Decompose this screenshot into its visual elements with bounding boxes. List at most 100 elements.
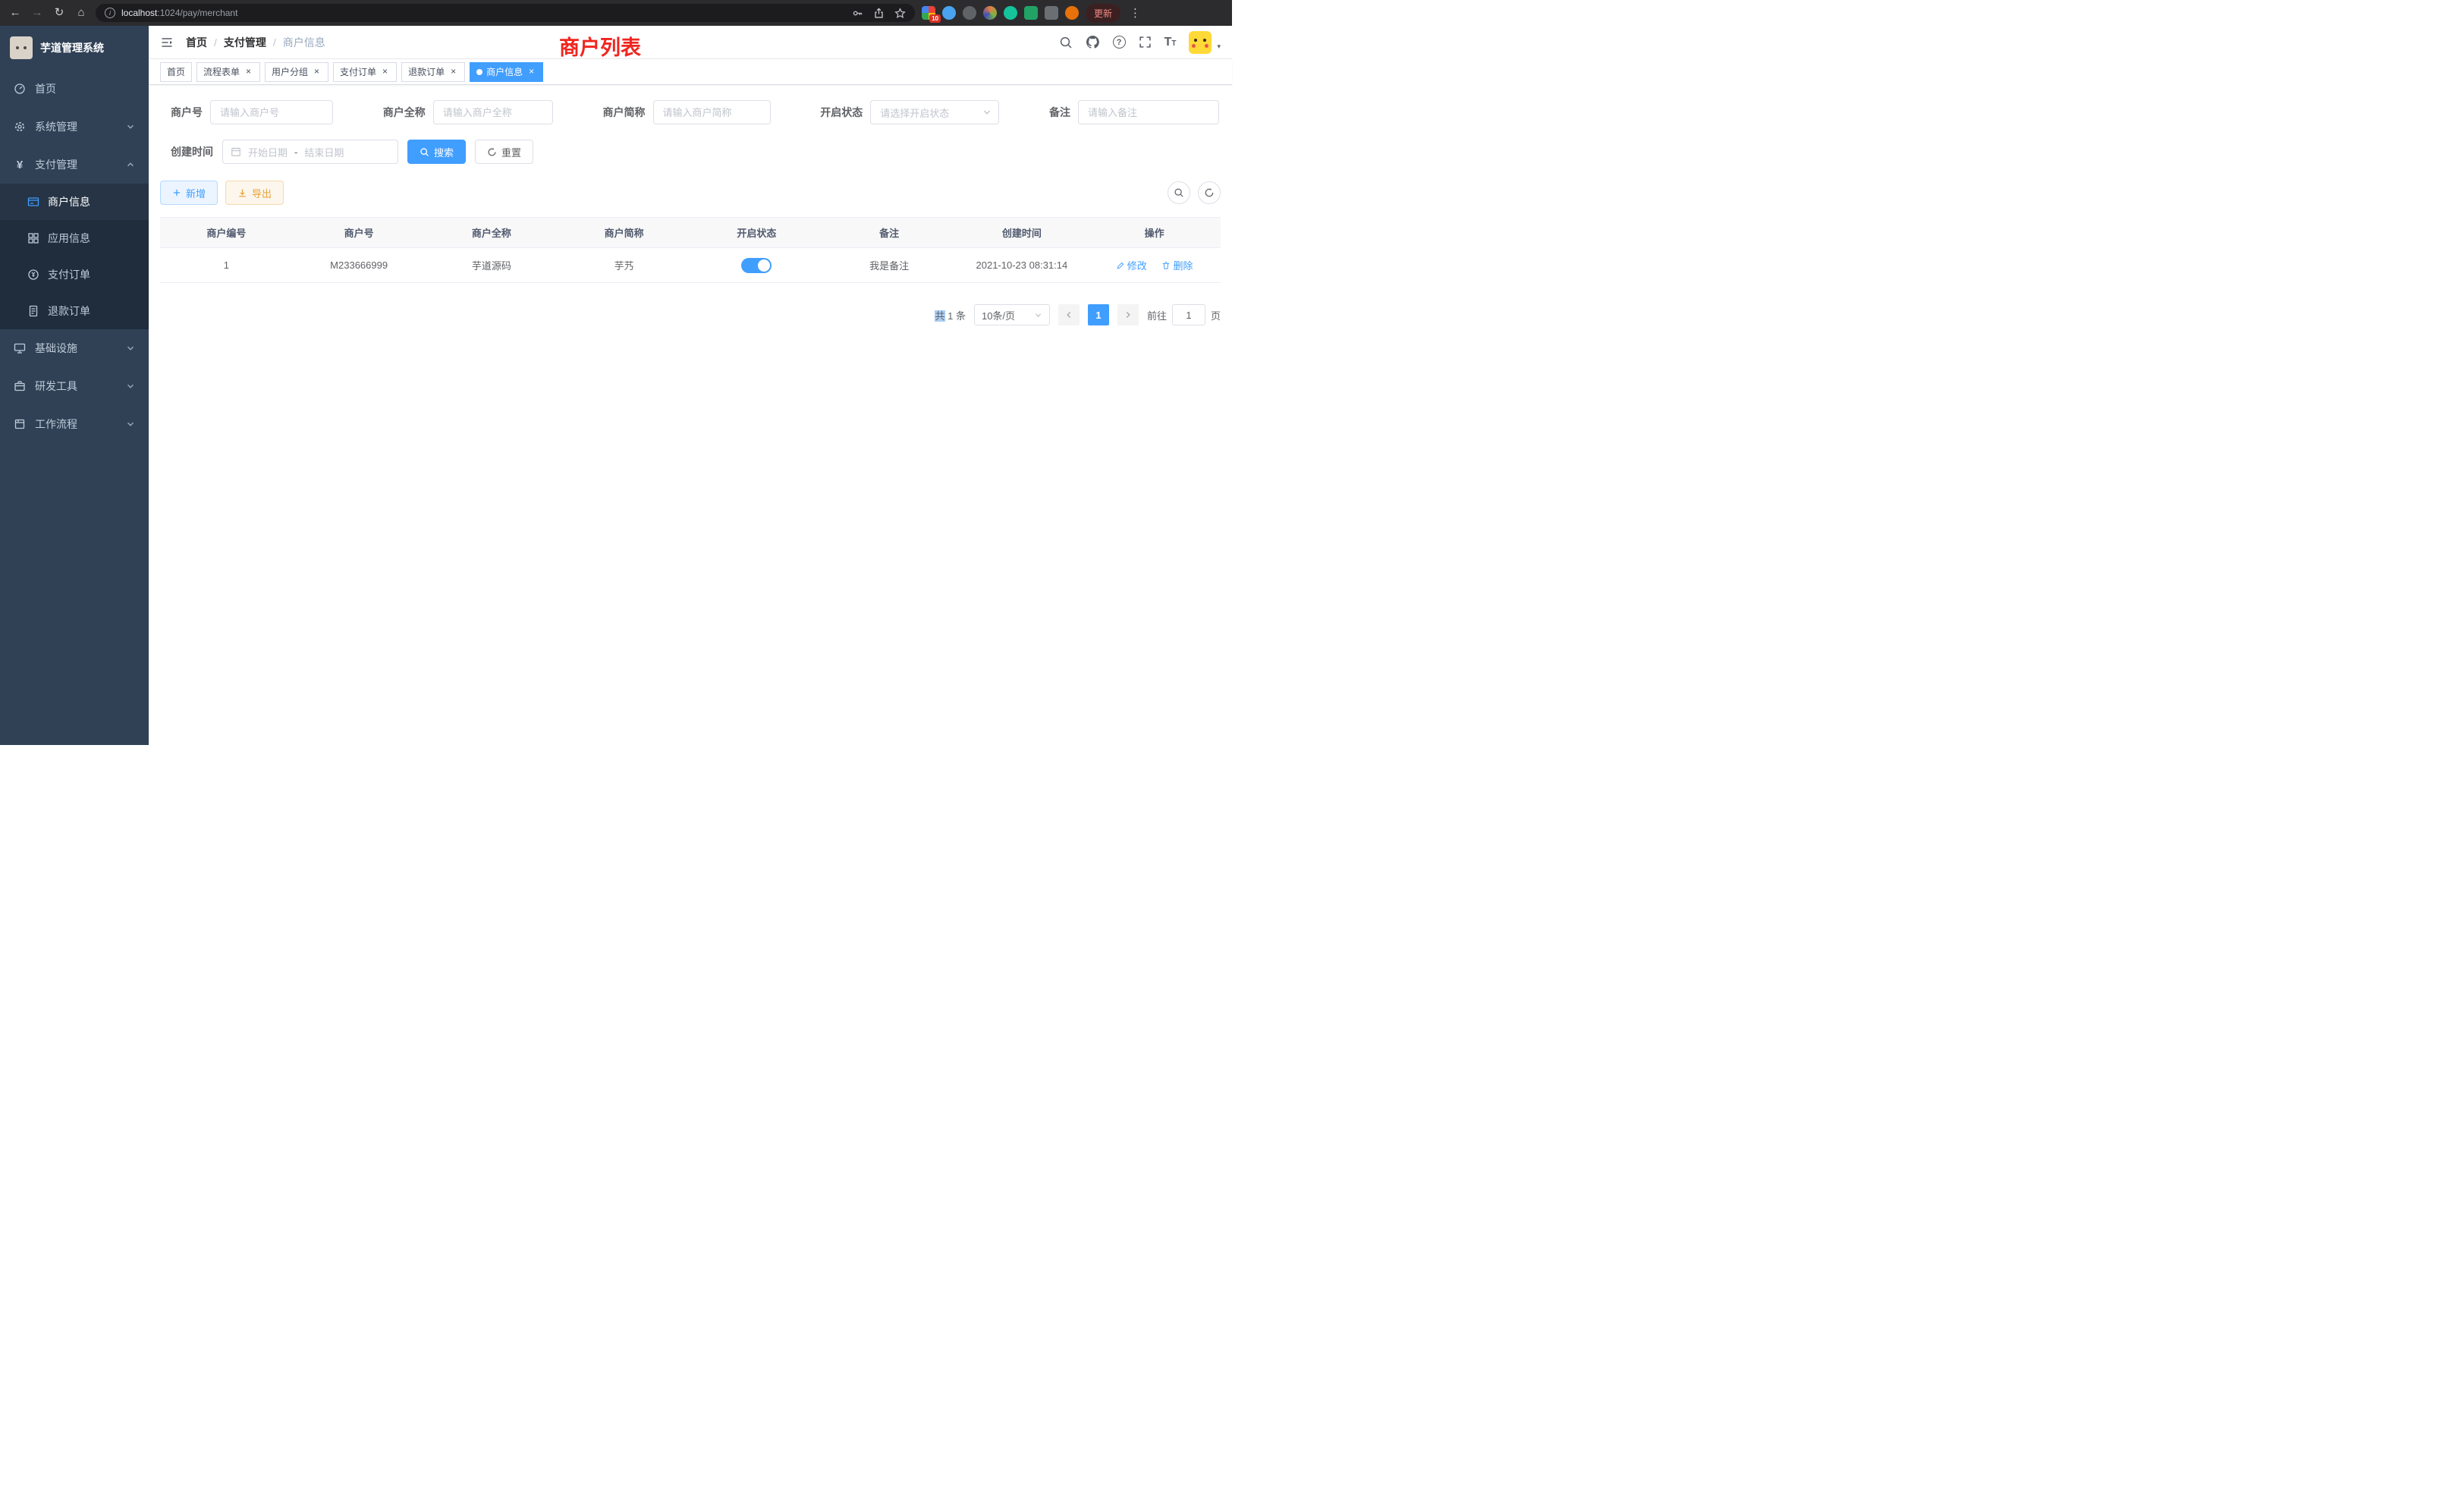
back-icon[interactable]: ← xyxy=(8,0,23,26)
tab-user-group[interactable]: 用户分组 × xyxy=(265,62,328,82)
browser-update-button[interactable]: 更新 xyxy=(1086,4,1120,23)
fullscreen-icon[interactable] xyxy=(1139,36,1152,49)
sidebar-item-workflow[interactable]: 工作流程 xyxy=(0,405,149,443)
date-end-placeholder: 结束日期 xyxy=(304,145,344,159)
download-icon xyxy=(237,188,247,198)
add-button[interactable]: 新增 xyxy=(160,181,218,205)
sidebar-item-infra[interactable]: 基础设施 xyxy=(0,329,149,367)
sidebar-item-label: 支付管理 xyxy=(35,157,77,172)
reload-icon[interactable]: ↻ xyxy=(52,0,67,26)
sidebar-item-merchant-info[interactable]: 商户信息 xyxy=(0,184,149,220)
site-info-icon[interactable]: i xyxy=(105,8,115,18)
tab-label: 用户分组 xyxy=(272,65,308,78)
page-annotation: 商户列表 xyxy=(559,31,641,61)
header-search-icon[interactable] xyxy=(1059,36,1073,49)
github-icon[interactable] xyxy=(1086,35,1100,49)
create-time-range-picker[interactable]: 开始日期 - 结束日期 xyxy=(222,140,398,164)
forward-icon[interactable]: → xyxy=(30,0,45,26)
chevron-right-icon xyxy=(1124,310,1133,319)
chevron-down-icon xyxy=(126,420,135,429)
address-bar[interactable]: i localhost:1024/pay/merchant xyxy=(96,4,915,22)
sidebar-item-home[interactable]: 首页 xyxy=(0,70,149,108)
key-icon[interactable] xyxy=(852,8,863,19)
refresh-table-button[interactable] xyxy=(1198,181,1221,204)
close-icon[interactable]: × xyxy=(312,67,322,77)
breadcrumb-payment[interactable]: 支付管理 xyxy=(224,35,266,50)
create-time-label: 创建时间 xyxy=(171,144,213,159)
bookmark-star-icon[interactable] xyxy=(894,8,906,19)
status-select[interactable]: 请选择开启状态 xyxy=(870,100,999,124)
sidebar-item-payment[interactable]: ¥ 支付管理 xyxy=(0,146,149,184)
total-rest: 1 条 xyxy=(945,310,966,322)
delete-link[interactable]: 删除 xyxy=(1161,258,1193,272)
sidebar-item-label: 支付订单 xyxy=(48,267,90,282)
sidebar-item-app-info[interactable]: 应用信息 xyxy=(0,220,149,256)
tab-process-form[interactable]: 流程表单 × xyxy=(196,62,260,82)
extension-sidebar-icon[interactable]: 10 xyxy=(922,6,935,20)
merchant-name-label: 商户全称 xyxy=(383,105,426,120)
status-label: 开启状态 xyxy=(820,105,863,120)
total-prefix: 共 xyxy=(935,310,944,322)
sidebar-item-system[interactable]: 系统管理 xyxy=(0,108,149,146)
sidebar-item-devtools[interactable]: 研发工具 xyxy=(0,367,149,405)
tab-merchant-info[interactable]: 商户信息 × xyxy=(470,62,543,82)
prev-page-button[interactable] xyxy=(1058,304,1080,325)
browser-profile-avatar[interactable] xyxy=(1065,6,1079,20)
status-select-placeholder: 请选择开启状态 xyxy=(880,105,949,120)
goto-page-input[interactable] xyxy=(1172,304,1205,325)
close-icon[interactable]: × xyxy=(526,67,536,77)
sidebar-fold-icon[interactable] xyxy=(160,36,174,49)
tab-label: 退款订单 xyxy=(408,65,445,78)
tab-pay-order[interactable]: 支付订单 × xyxy=(333,62,397,82)
page-content: 商户号 商户全称 商户简称 开启状态 请选择开启状态 备注 xyxy=(149,85,1232,325)
chevron-left-icon xyxy=(1064,310,1073,319)
col-status: 开启状态 xyxy=(690,218,823,248)
docs-help-icon[interactable]: ? xyxy=(1113,36,1126,49)
col-actions: 操作 xyxy=(1088,218,1221,248)
next-page-button[interactable] xyxy=(1117,304,1139,325)
extension-dark-icon[interactable] xyxy=(963,6,976,20)
user-avatar[interactable] xyxy=(1189,31,1212,54)
app-logo[interactable]: 芋道管理系统 xyxy=(0,26,149,70)
extension-avatar-icon[interactable] xyxy=(983,6,997,20)
share-icon[interactable] xyxy=(873,8,885,19)
extension-check-icon[interactable] xyxy=(1004,6,1017,20)
extension-drop-icon[interactable] xyxy=(942,6,956,20)
remark-input[interactable] xyxy=(1078,100,1219,124)
breadcrumb-separator: / xyxy=(214,36,217,49)
search-button[interactable]: 搜索 xyxy=(407,140,466,164)
page-size-select[interactable]: 10条/页 xyxy=(974,304,1050,325)
reset-button[interactable]: 重置 xyxy=(475,140,533,164)
toggle-search-button[interactable] xyxy=(1168,181,1190,204)
chevron-down-icon xyxy=(126,122,135,131)
extensions-puzzle-icon[interactable] xyxy=(1045,6,1058,20)
calendar-icon xyxy=(231,146,241,157)
merchant-name-input[interactable] xyxy=(433,100,553,124)
sidebar-item-pay-order[interactable]: 支付订单 xyxy=(0,256,149,293)
page-number-button[interactable]: 1 xyxy=(1088,304,1109,325)
breadcrumb-home[interactable]: 首页 xyxy=(186,35,207,50)
date-separator: - xyxy=(294,146,297,158)
cell-merchant-short: 芋艿 xyxy=(558,248,690,283)
table-header-row: 商户编号 商户号 商户全称 商户简称 开启状态 备注 创建时间 操作 xyxy=(160,218,1221,248)
export-button[interactable]: 导出 xyxy=(225,181,284,205)
font-size-icon[interactable]: TT xyxy=(1164,36,1177,49)
merchant-no-input[interactable] xyxy=(210,100,333,124)
close-icon[interactable]: × xyxy=(244,67,253,77)
avatar-caret-icon[interactable]: ▾ xyxy=(1217,42,1221,54)
merchant-short-input[interactable] xyxy=(653,100,771,124)
edit-icon xyxy=(1116,261,1125,270)
status-toggle[interactable] xyxy=(741,258,772,273)
sidebar-item-label: 退款订单 xyxy=(48,303,90,319)
close-icon[interactable]: × xyxy=(448,67,458,77)
table-row: 1 M233666999 芋道源码 芋艿 我是备注 2021-10-23 08:… xyxy=(160,248,1221,283)
edit-link[interactable]: 修改 xyxy=(1116,258,1147,272)
sidebar-item-refund-order[interactable]: 退款订单 xyxy=(0,293,149,329)
tab-refund-order[interactable]: 退款订单 × xyxy=(401,62,465,82)
home-icon[interactable]: ⌂ xyxy=(74,0,89,26)
browser-menu-icon[interactable]: ⋮ xyxy=(1127,6,1143,20)
tab-home[interactable]: 首页 xyxy=(160,62,192,82)
close-icon[interactable]: × xyxy=(380,67,390,77)
plus-icon xyxy=(172,188,181,197)
extension-notes-icon[interactable] xyxy=(1024,6,1038,20)
